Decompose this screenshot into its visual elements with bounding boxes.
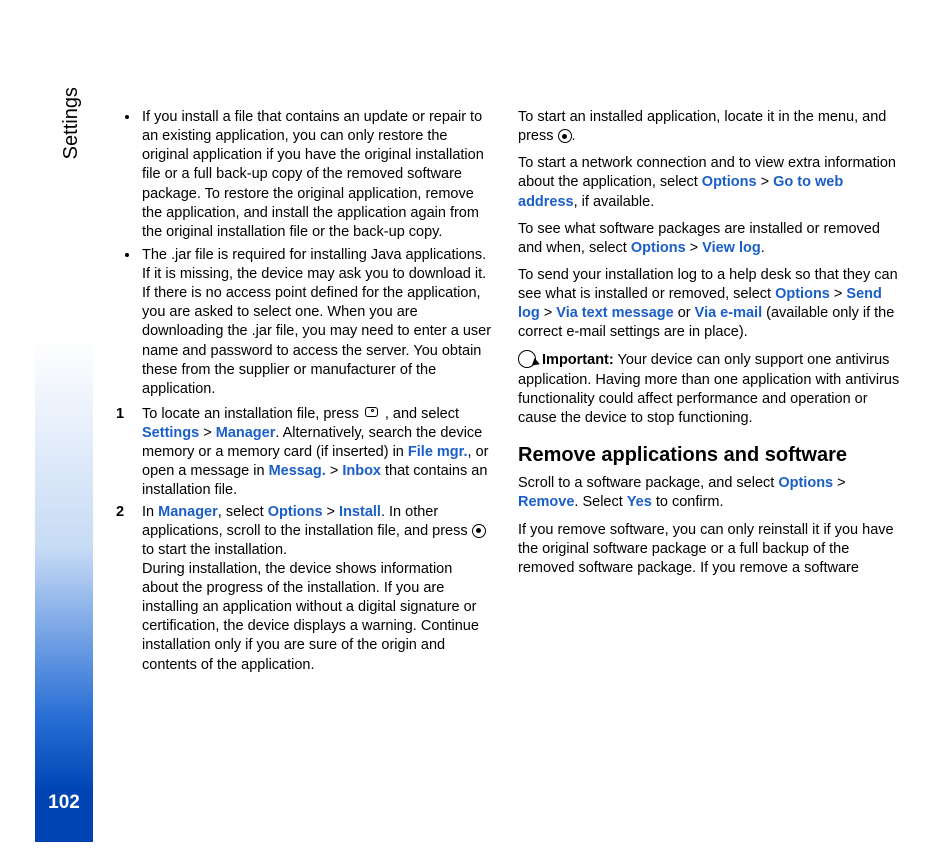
text: . Select (574, 494, 626, 510)
step-item: To locate an installation file, press , … (110, 405, 492, 501)
center-key-icon (472, 524, 486, 538)
text: , and select (381, 406, 459, 422)
content-body: If you install a file that contains an u… (110, 108, 900, 708)
ui-ref-via-text: Via text message (556, 305, 673, 321)
paragraph: To start a network connection and to vie… (518, 154, 900, 211)
ui-ref-view-log: View log (702, 240, 761, 256)
section-label-text: Settings (58, 87, 84, 159)
text: to confirm. (652, 494, 724, 510)
paragraph: To send your installation log to a help … (518, 266, 900, 343)
ui-ref-options: Options (775, 286, 830, 302)
text: In (142, 504, 158, 520)
ui-ref-settings: Settings (142, 425, 199, 441)
text: > (686, 240, 703, 256)
text: > (323, 504, 340, 520)
ui-ref-yes: Yes (627, 494, 652, 510)
section-label: Settings (35, 110, 93, 136)
paragraph: To start an installed application, locat… (518, 108, 900, 146)
page: Settings 102 If you install a file that … (0, 0, 933, 857)
step-list: To locate an installation file, press , … (110, 405, 492, 675)
text: . (761, 240, 765, 256)
text: To locate an installation file, press (142, 406, 363, 422)
text: > (830, 286, 847, 302)
page-number: 102 (35, 790, 93, 815)
important-icon (518, 350, 536, 368)
text: > (833, 475, 846, 491)
ui-ref-file-mgr: File mgr. (408, 444, 468, 460)
text: . (572, 128, 576, 144)
paragraph: Scroll to a software package, and select… (518, 474, 900, 512)
text: or (674, 305, 695, 321)
important-note: Important: Your device can only support … (518, 350, 900, 428)
ui-ref-options: Options (268, 504, 323, 520)
ui-ref-options: Options (702, 174, 757, 190)
bullet-item: The .jar file is required for installing… (140, 246, 492, 399)
text: During installation, the device shows in… (142, 560, 492, 675)
paragraph: To see what software packages are instal… (518, 220, 900, 258)
ui-ref-manager: Manager (216, 425, 276, 441)
ui-ref-install: Install (339, 504, 381, 520)
important-label: Important: (542, 352, 614, 368)
text: , if available. (574, 194, 655, 210)
step-item: In Manager, select Options > Install. In… (110, 503, 492, 675)
text: to start the installation. (142, 542, 287, 558)
center-key-icon (558, 129, 572, 143)
text: > (199, 425, 216, 441)
ui-ref-messag: Messag. (269, 463, 326, 479)
text: , select (218, 504, 268, 520)
ui-ref-manager: Manager (158, 504, 218, 520)
text: > (540, 305, 557, 321)
bullet-item: If you install a file that contains an u… (140, 108, 492, 242)
bullet-list: If you install a file that contains an u… (110, 108, 492, 399)
ui-ref-options: Options (631, 240, 686, 256)
text: > (326, 463, 343, 479)
heading-remove-apps: Remove applications and software (518, 442, 900, 468)
ui-ref-options: Options (778, 475, 833, 491)
ui-ref-inbox: Inbox (342, 463, 381, 479)
text: Scroll to a software package, and select (518, 475, 778, 491)
paragraph: If you remove software, you can only rei… (518, 521, 900, 578)
text: > (757, 174, 774, 190)
ui-ref-via-email: Via e-mail (695, 305, 762, 321)
ui-ref-remove: Remove (518, 494, 574, 510)
menu-key-icon (363, 406, 381, 420)
